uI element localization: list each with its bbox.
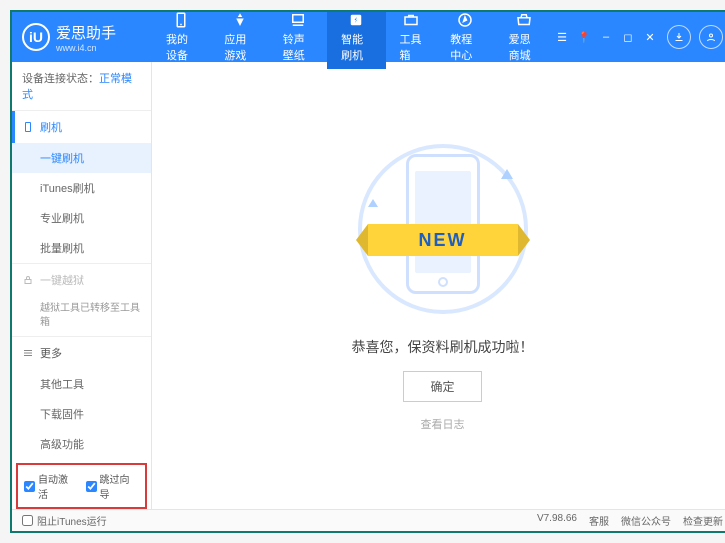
section-title: 一键越狱 bbox=[40, 272, 84, 288]
logo-icon: iU bbox=[22, 23, 50, 51]
conn-label: 设备连接状态： bbox=[22, 73, 99, 85]
sidebar: 设备连接状态：正常模式 刷机 一键刷机 iTunes刷机 专业刷机 批量刷机 一… bbox=[12, 62, 152, 509]
nav-label: 爱思商城 bbox=[509, 31, 539, 63]
lock-icon bbox=[22, 274, 34, 286]
wallpaper-icon bbox=[289, 11, 307, 29]
nav-toolbox[interactable]: 工具箱 bbox=[386, 10, 437, 69]
nav-label: 智能刷机 bbox=[341, 31, 371, 63]
close-icon[interactable]: ✕ bbox=[641, 28, 659, 46]
flash-options: 自动激活 跳过向导 bbox=[16, 463, 147, 509]
minimize-icon[interactable]: – bbox=[597, 28, 615, 46]
sidebar-item-advanced[interactable]: 高级功能 bbox=[12, 429, 151, 459]
customer-service-link[interactable]: 客服 bbox=[589, 513, 609, 528]
checkbox[interactable] bbox=[86, 481, 97, 492]
nav-my-device[interactable]: 我的设备 bbox=[152, 10, 210, 69]
section-jailbreak[interactable]: 一键越狱 bbox=[12, 264, 151, 296]
checkbox[interactable] bbox=[24, 481, 35, 492]
main-nav: 我的设备 应用游戏 铃声壁纸 智能刷机 工具箱 教程中心 爱思商城 bbox=[152, 10, 553, 69]
connection-status: 设备连接状态：正常模式 bbox=[12, 62, 151, 110]
maximize-icon[interactable]: ◻ bbox=[619, 28, 637, 46]
more-icon bbox=[22, 347, 34, 359]
nav-label: 铃声壁纸 bbox=[283, 31, 313, 63]
success-illustration: NEW bbox=[353, 139, 533, 319]
view-log-link[interactable]: 查看日志 bbox=[421, 416, 465, 432]
section-title: 刷机 bbox=[40, 119, 62, 135]
brand-sub: www.i4.cn bbox=[56, 43, 116, 53]
user-icon[interactable] bbox=[699, 25, 723, 49]
flash-icon bbox=[347, 11, 365, 29]
section-flash[interactable]: 刷机 bbox=[12, 111, 151, 143]
main-panel: NEW 恭喜您，保资料刷机成功啦！ 确定 查看日志 bbox=[152, 62, 725, 509]
success-message: 恭喜您，保资料刷机成功啦！ bbox=[352, 337, 534, 357]
nav-tutorials[interactable]: 教程中心 bbox=[436, 10, 494, 69]
sidebar-item-download-fw[interactable]: 下载固件 bbox=[12, 399, 151, 429]
nav-store[interactable]: 爱思商城 bbox=[495, 10, 553, 69]
nav-ringtones[interactable]: 铃声壁纸 bbox=[269, 10, 327, 69]
phone-icon bbox=[172, 11, 190, 29]
nav-smart-flash[interactable]: 智能刷机 bbox=[327, 10, 385, 69]
brand: iU 爱思助手 www.i4.cn bbox=[22, 22, 152, 53]
store-icon bbox=[515, 11, 533, 29]
statusbar: 阻止iTunes运行 V7.98.66 客服 微信公众号 检查更新 bbox=[12, 509, 725, 531]
sidebar-item-pro-flash[interactable]: 专业刷机 bbox=[12, 203, 151, 233]
sidebar-item-itunes-flash[interactable]: iTunes刷机 bbox=[12, 173, 151, 203]
compass-icon bbox=[456, 11, 474, 29]
toolbox-icon bbox=[402, 11, 420, 29]
nav-label: 工具箱 bbox=[400, 31, 423, 63]
wechat-link[interactable]: 微信公众号 bbox=[621, 513, 671, 528]
section-title: 更多 bbox=[40, 345, 62, 361]
sidebar-item-batch-flash[interactable]: 批量刷机 bbox=[12, 233, 151, 263]
titlebar: iU 爱思助手 www.i4.cn 我的设备 应用游戏 铃声壁纸 智能刷机 工具… bbox=[12, 12, 725, 62]
section-more[interactable]: 更多 bbox=[12, 337, 151, 369]
download-icon[interactable] bbox=[667, 25, 691, 49]
new-banner: NEW bbox=[368, 224, 518, 256]
check-label: 自动激活 bbox=[38, 471, 78, 501]
ok-button[interactable]: 确定 bbox=[403, 371, 481, 402]
nav-apps[interactable]: 应用游戏 bbox=[210, 10, 268, 69]
menu-icon[interactable]: ☰ bbox=[553, 28, 571, 46]
version-label: V7.98.66 bbox=[537, 513, 577, 528]
nav-label: 应用游戏 bbox=[224, 31, 254, 63]
apps-icon bbox=[231, 11, 249, 29]
brand-name: 爱思助手 bbox=[56, 22, 116, 43]
check-label: 跳过向导 bbox=[100, 471, 140, 501]
sidebar-item-other-tools[interactable]: 其他工具 bbox=[12, 369, 151, 399]
check-skip-guide[interactable]: 跳过向导 bbox=[86, 471, 140, 501]
block-itunes-label: 阻止iTunes运行 bbox=[37, 513, 107, 528]
flash-section-icon bbox=[22, 121, 34, 133]
nav-label: 教程中心 bbox=[450, 31, 480, 63]
nav-label: 我的设备 bbox=[166, 31, 196, 63]
check-auto-activate[interactable]: 自动激活 bbox=[24, 471, 78, 501]
sidebar-item-oneclick-flash[interactable]: 一键刷机 bbox=[12, 143, 151, 173]
jailbreak-note: 越狱工具已转移至工具箱 bbox=[12, 296, 151, 336]
window-controls: ☰ 📍 – ◻ ✕ bbox=[553, 25, 723, 49]
block-itunes-checkbox[interactable] bbox=[22, 515, 33, 526]
check-update-link[interactable]: 检查更新 bbox=[683, 513, 723, 528]
pin-icon[interactable]: 📍 bbox=[575, 28, 593, 46]
